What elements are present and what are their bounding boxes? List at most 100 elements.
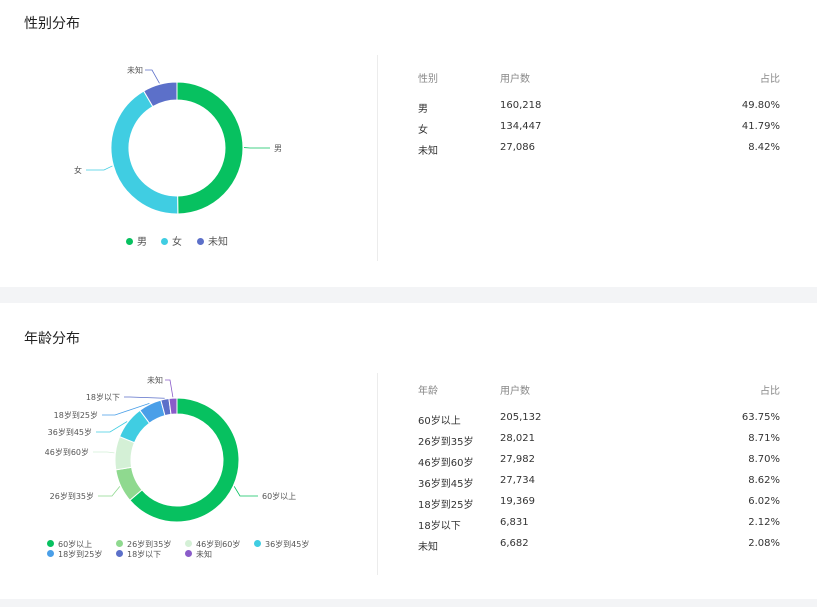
slice-label: 26岁到35岁 (50, 491, 94, 501)
cell-category: 36岁到45岁 (418, 479, 474, 490)
legend-item[interactable]: 未知 (185, 549, 212, 560)
cell-share: 2.08% (748, 538, 780, 549)
leader-line (145, 69, 160, 84)
legend-item[interactable]: 女 (161, 233, 182, 248)
cell-category: 男 (418, 104, 428, 115)
gender-table: 性别 用户数 占比 男 160,218 49.80% 女 134,447 41.… (418, 70, 780, 163)
cell-category: 18岁到25岁 (418, 500, 474, 511)
legend-dot-icon (185, 550, 192, 557)
table-row: 18岁以下 6,831 2.12% (418, 517, 780, 538)
cell-users: 27,734 (500, 475, 535, 486)
table-row: 18岁到25岁 19,369 6.02% (418, 496, 780, 517)
cell-share: 41.79% (741, 121, 780, 132)
cell-users: 19,369 (500, 496, 535, 507)
legend-label: 26岁到35岁 (127, 540, 172, 549)
legend-dot-icon (116, 550, 123, 557)
table-row: 女 134,447 41.79% (418, 121, 780, 142)
cell-share: 2.12% (748, 517, 780, 528)
cell-share: 8.71% (748, 433, 780, 444)
table-row: 36岁到45岁 27,734 8.62% (418, 475, 780, 496)
table-row: 46岁到60岁 27,982 8.70% (418, 454, 780, 475)
legend-dot-icon (185, 540, 192, 547)
donut-slice-1[interactable] (110, 90, 179, 215)
cell-category: 18岁以下 (418, 521, 461, 532)
table-header: 年龄 用户数 占比 (418, 382, 780, 403)
table-row: 未知 27,086 8.42% (418, 142, 780, 163)
legend-item[interactable]: 18岁以下 (116, 549, 161, 560)
slice-label: 18岁以下 (86, 392, 120, 402)
legend-dot-icon (116, 540, 123, 547)
cell-share: 63.75% (741, 412, 780, 423)
leader-line (233, 486, 258, 497)
legend-dot-icon (161, 237, 168, 245)
legend-label: 18岁以下 (127, 550, 162, 559)
legend-label: 46岁到60岁 (196, 540, 241, 549)
cell-users: 27,086 (500, 142, 535, 153)
cell-share: 6.02% (748, 496, 780, 507)
legend-label: 18岁到25岁 (58, 550, 103, 559)
legend-item[interactable]: 未知 (197, 233, 228, 248)
slice-label: 女 (74, 165, 82, 175)
legend-label: 女 (172, 237, 182, 248)
cell-category: 女 (418, 125, 428, 136)
cell-users: 6,831 (500, 517, 529, 528)
legend-dot-icon (47, 540, 54, 547)
cell-users: 28,021 (500, 433, 535, 444)
leader-line (86, 165, 113, 171)
table-row: 男 160,218 49.80% (418, 100, 780, 121)
header-age: 年龄 (418, 386, 438, 397)
section-gap (0, 599, 817, 607)
slice-label: 46岁到60岁 (45, 447, 89, 457)
slice-label: 18岁到25岁 (54, 410, 98, 420)
section-gap (0, 287, 817, 303)
leader-line (93, 451, 115, 454)
header-users: 用户数 (500, 74, 530, 85)
legend-label: 未知 (196, 550, 212, 559)
header-gender: 性别 (418, 74, 438, 85)
cell-users: 134,447 (500, 121, 542, 132)
cell-category: 46岁到60岁 (418, 458, 474, 469)
table-row: 未知 6,682 2.08% (418, 538, 780, 559)
slice-label: 未知 (147, 375, 163, 385)
cell-share: 8.70% (748, 454, 780, 465)
cell-users: 160,218 (500, 100, 542, 111)
leader-line (98, 486, 121, 497)
cell-category: 26岁到35岁 (418, 437, 474, 448)
gender-section: 性别分布 男女未知 男女未知 性别 用户数 占比 男 160,218 49.80… (0, 0, 817, 287)
donut-slice-0[interactable] (176, 81, 244, 215)
cell-share: 8.42% (748, 142, 780, 153)
leader-line (124, 396, 165, 399)
cell-users: 6,682 (500, 538, 529, 549)
slice-label: 60岁以上 (262, 491, 296, 501)
cell-share: 49.80% (741, 100, 780, 111)
cell-category: 未知 (418, 146, 438, 157)
cell-users: 27,982 (500, 454, 535, 465)
age-section: 年龄分布 60岁以上 26岁到35岁 46岁到60岁 36岁到45岁 18岁到25岁 18… (0, 303, 817, 599)
cell-category: 60岁以上 (418, 416, 461, 427)
header-users: 用户数 (500, 386, 530, 397)
legend-label: 未知 (208, 237, 228, 248)
legend-label: 60岁以上 (58, 540, 93, 549)
legend-item[interactable]: 36岁到45岁 (254, 539, 309, 550)
legend-item[interactable]: 18岁到25岁 (47, 549, 102, 560)
table-row: 26岁到35岁 28,021 8.71% (418, 433, 780, 454)
divider (377, 55, 378, 261)
legend-dot-icon (197, 237, 204, 245)
age-table: 年龄 用户数 占比 60岁以上 205,132 63.75% 26岁到35岁 2… (418, 382, 780, 559)
header-share: 占比 (760, 386, 780, 397)
cell-users: 205,132 (500, 412, 542, 423)
cell-share: 8.62% (748, 475, 780, 486)
leader-line (165, 379, 174, 398)
gender-donut-chart: 男女 未知 (74, 65, 282, 215)
slice-label: 36岁到45岁 (48, 427, 92, 437)
cell-category: 未知 (418, 542, 438, 553)
table-header: 性别 用户数 占比 (418, 70, 780, 91)
legend-label: 男 (137, 237, 147, 248)
divider (377, 373, 378, 575)
legend-item[interactable]: 男 (126, 233, 147, 248)
slice-label: 未知 (127, 65, 143, 75)
legend-dot-icon (254, 540, 261, 547)
legend-dot-icon (126, 237, 133, 245)
slice-label: 男 (274, 144, 282, 153)
legend-label: 36岁到45岁 (265, 540, 310, 549)
